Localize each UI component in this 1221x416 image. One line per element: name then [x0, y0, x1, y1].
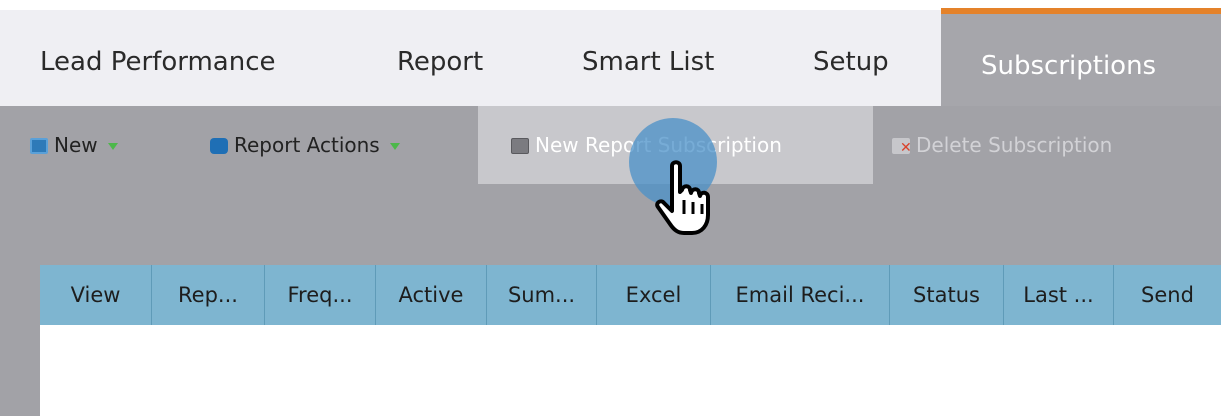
column-status[interactable]: Status	[890, 265, 1004, 325]
hand-cursor-icon	[655, 160, 710, 235]
toolbar: New Report Actions New Report Subscripti…	[0, 106, 1221, 184]
delete-subscription-button[interactable]: ✕ Delete Subscription	[892, 106, 1112, 184]
subscription-icon	[511, 138, 529, 154]
column-frequency[interactable]: Freq...	[265, 265, 376, 325]
new-menu-button[interactable]: New	[30, 106, 118, 184]
tab-lead-performance[interactable]: Lead Performance	[40, 10, 276, 106]
tab-smart-list[interactable]: Smart List	[582, 10, 714, 106]
report-actions-button[interactable]: Report Actions	[210, 106, 400, 184]
tab-subscriptions[interactable]: Subscriptions	[941, 8, 1221, 106]
tab-setup[interactable]: Setup	[813, 10, 889, 106]
column-last[interactable]: Last ...	[1004, 265, 1114, 325]
grid-body	[40, 325, 1221, 416]
delete-icon: ✕	[892, 138, 912, 155]
report-actions-icon	[210, 138, 228, 154]
column-report[interactable]: Rep...	[152, 265, 265, 325]
new-menu-label: New	[54, 133, 98, 157]
report-actions-label: Report Actions	[234, 133, 380, 157]
tab-report[interactable]: Report	[397, 10, 483, 106]
column-email-recipients[interactable]: Email Reci...	[711, 265, 890, 325]
column-view[interactable]: View	[40, 265, 152, 325]
new-icon	[30, 138, 48, 154]
delete-subscription-label: Delete Subscription	[916, 133, 1113, 157]
tab-bar: Lead Performance Report Smart List Setup…	[0, 0, 1221, 106]
chevron-down-icon	[107, 143, 118, 150]
column-excel[interactable]: Excel	[597, 265, 711, 325]
column-active[interactable]: Active	[376, 265, 487, 325]
column-summary[interactable]: Sum...	[487, 265, 597, 325]
column-send[interactable]: Send	[1114, 265, 1221, 325]
grid-header: View Rep... Freq... Active Sum... Excel …	[40, 265, 1221, 325]
chevron-down-icon	[389, 143, 400, 150]
